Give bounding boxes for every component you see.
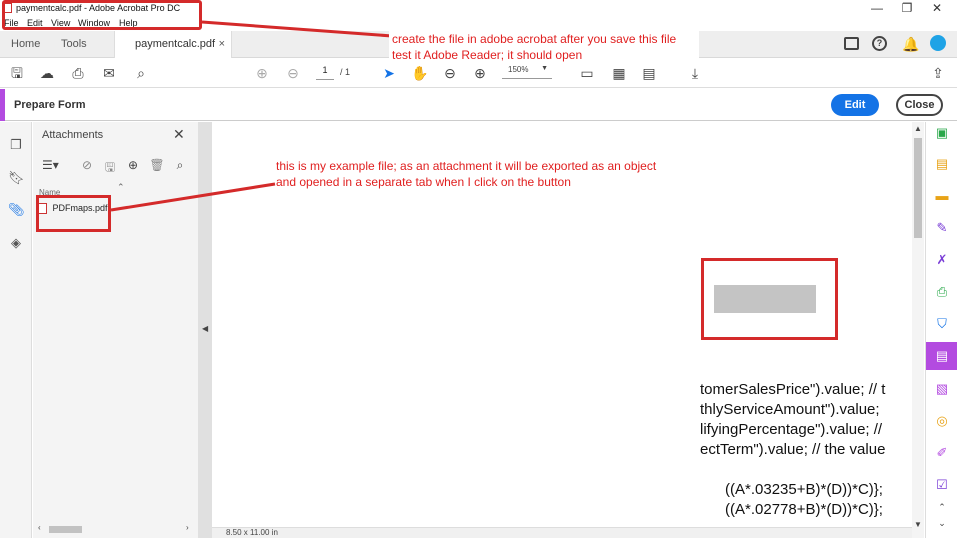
attachments-title: Attachments — [42, 129, 104, 141]
document-code-text: tomerSalesPrice").value; // t thlyService… — [700, 380, 885, 520]
export-pdf-icon[interactable]: ▧ — [933, 380, 951, 398]
panel-splitter[interactable]: ◀ — [198, 122, 212, 538]
optimize-icon[interactable]: ◎ — [933, 412, 951, 430]
maximize-button[interactable]: ❐ — [891, 0, 923, 16]
tab-document-label: paymentcalc.pdf — [135, 38, 216, 50]
page-number-input[interactable]: 1 — [316, 65, 334, 80]
scroll-mode-icon[interactable]: ▦ — [610, 64, 628, 82]
close-button[interactable]: Close — [896, 94, 943, 116]
edit-pdf-icon[interactable]: ✐ — [933, 444, 951, 462]
page-size: 8.50 x 11.00 in — [226, 528, 278, 537]
code-line: lifyingPercentage").value; // — [700, 421, 883, 438]
edit-button[interactable]: Edit — [831, 94, 879, 116]
hand-tool-icon[interactable]: ✋ — [411, 64, 429, 82]
right-tools-panel: ▣ ▤ ▬ ✎ ✗ ⎙ ⛉ ▤ ▧ ◎ ✐ ☑ ⌃ ⌄ — [925, 122, 957, 538]
comment-icon[interactable] — [844, 37, 859, 50]
close-window-button[interactable]: ✕ — [921, 0, 953, 16]
attachments-panel: Attachments ✕ ☰▾ ⊘ 🖫 ⊕ 🗑︎ ⌕ Name ⌃ PDFma… — [33, 122, 198, 538]
bell-icon[interactable]: 🔔 — [902, 36, 919, 53]
comment-tool-icon[interactable]: ▬ — [933, 187, 951, 205]
create-pdf-icon[interactable]: ▤ — [933, 155, 951, 173]
form-accent-stripe — [0, 89, 5, 121]
prepare-form-title: Prepare Form — [14, 99, 86, 111]
fit-page-icon[interactable]: ▭ — [578, 64, 596, 82]
zoom-in-icon[interactable]: ⊕ — [471, 64, 489, 82]
attach-file-icon[interactable]: ⊘ — [79, 158, 95, 174]
prepare-form-icon[interactable]: ▤ — [926, 342, 957, 370]
print-production-icon[interactable]: ⎙ — [933, 283, 951, 301]
upload-cloud-icon[interactable]: ☁ — [38, 64, 56, 82]
page-up-icon[interactable]: ⊕ — [253, 64, 271, 82]
save-icon[interactable]: 🖫 — [8, 64, 26, 82]
trash-icon[interactable]: 🗑︎ — [149, 158, 165, 174]
save-attachment-icon[interactable]: 🖫 — [102, 158, 118, 174]
annotation-box-attachment — [36, 195, 111, 232]
search-icon[interactable]: ⌕ — [132, 64, 150, 82]
annotation-box-button — [701, 258, 838, 340]
search-attachment-icon[interactable]: ⌕ — [172, 158, 188, 174]
tab-close-button[interactable]: × — [219, 31, 225, 57]
tab-home[interactable]: Home — [11, 31, 40, 58]
chevron-down-icon[interactable]: ⌄ — [933, 514, 951, 532]
layers-icon[interactable]: ◈ — [8, 235, 24, 251]
rotate-icon[interactable]: ▤ — [640, 64, 658, 82]
pages-icon[interactable]: ❐ — [8, 137, 24, 153]
chevron-down-icon: ▼ — [541, 65, 548, 72]
scroll-thumb[interactable] — [49, 526, 82, 533]
action-wizard-icon[interactable]: ☑ — [933, 476, 951, 494]
annotation-box-title — [2, 0, 202, 30]
read-mode-icon[interactable]: ⤓ — [686, 64, 704, 82]
sort-chevron-icon: ⌃ — [117, 182, 125, 192]
options-menu-icon[interactable]: ☰▾ — [42, 158, 59, 174]
fill-sign-icon[interactable]: ✎ — [933, 219, 951, 237]
scroll-thumb[interactable] — [914, 138, 922, 238]
scroll-right-icon[interactable]: › — [186, 523, 189, 532]
print-icon[interactable]: ⎙ — [69, 64, 87, 82]
close-icon[interactable]: ✕ — [173, 126, 185, 143]
top-note: create the file in adobe acrobat after y… — [389, 30, 699, 64]
code-line: ectTerm").value; // the value — [700, 441, 886, 458]
tab-document[interactable]: paymentcalc.pdf × — [114, 31, 232, 58]
select-cursor-icon[interactable]: ➤ — [380, 64, 398, 82]
protect-shield-icon[interactable]: ⛉ — [933, 315, 951, 333]
left-rail: ❐ 🔖︎ 📎︎ ◈ — [0, 122, 32, 538]
combine-files-icon[interactable]: ▣ — [933, 124, 951, 142]
paperclip-icon[interactable]: 📎︎ — [8, 202, 25, 218]
email-icon[interactable]: ✉ — [100, 64, 118, 82]
scroll-up-icon[interactable]: ▲ — [914, 124, 922, 133]
bookmark-icon[interactable]: 🔖︎ — [8, 170, 25, 186]
code-line: tomerSalesPrice").value; // t — [700, 381, 886, 398]
avatar[interactable] — [930, 35, 946, 51]
scroll-down-icon[interactable]: ▼ — [914, 520, 922, 529]
status-bar: 8.50 x 11.00 in — [212, 527, 912, 538]
page-total: / 1 — [340, 67, 351, 77]
vertical-scrollbar[interactable]: ▲ ▼ — [912, 122, 924, 538]
request-signature-icon[interactable]: ✗ — [933, 251, 951, 269]
middle-note: this is my example file; as an attachmen… — [276, 159, 657, 189]
code-line: ((A*.02778+B)*(D))*C)}; — [700, 501, 883, 518]
tab-tools[interactable]: Tools — [61, 31, 87, 58]
collapse-arrow-icon[interactable]: ◀ — [202, 324, 208, 333]
zoom-out-icon[interactable]: ⊖ — [441, 64, 459, 82]
prepare-form-bar: Prepare Form Edit Close — [0, 89, 957, 121]
minimize-button[interactable]: — — [861, 0, 893, 16]
zoom-value: 150% — [508, 65, 529, 74]
page-down-icon[interactable]: ⊖ — [284, 64, 302, 82]
scroll-left-icon[interactable]: ‹ — [38, 523, 41, 532]
add-attachment-icon[interactable]: ⊕ — [125, 158, 141, 174]
horizontal-scrollbar[interactable]: ‹ › — [38, 523, 193, 534]
share-icon[interactable]: ⇪ — [929, 64, 947, 82]
help-icon[interactable]: ? — [872, 36, 887, 51]
zoom-select[interactable]: 150% ▼ — [502, 65, 552, 79]
code-line: ((A*.03235+B)*(D))*C)}; — [700, 481, 883, 498]
code-line: thlyServiceAmount").value; — [700, 401, 880, 418]
